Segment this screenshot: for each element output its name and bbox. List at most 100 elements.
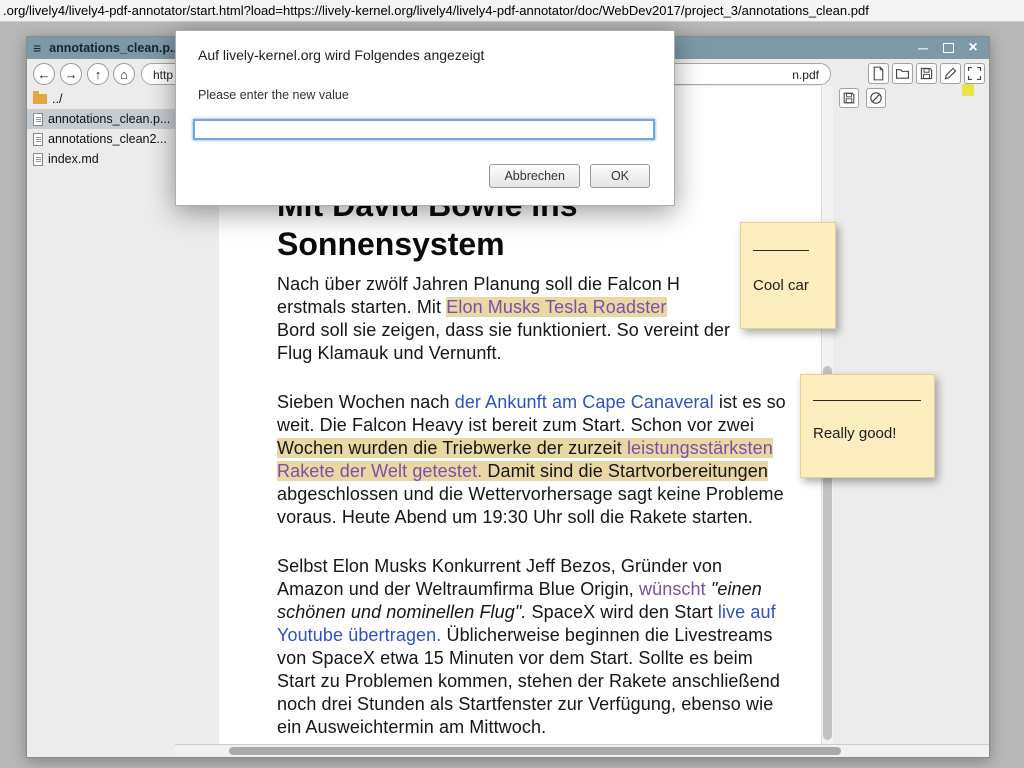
note-text: Really good! [813,425,896,442]
text-line: Wochen wurden die Triebwerke der zurzeit… [277,437,817,460]
text-line: Nach über zwölf Jahren Planung soll die … [277,273,817,296]
file-item[interactable]: ../ [27,89,176,109]
folder-icon [894,65,911,82]
text: abgeschlossen und die Wettervorhersage s… [277,484,784,504]
highlight-annotation[interactable]: Wochen wurden die Triebwerke der zurzeit [277,438,627,458]
yellow-marker [962,84,974,96]
link[interactable]: live auf [718,602,776,622]
highlighted-link[interactable]: Elon Musks Tesla Roadster [446,297,666,317]
new-file-icon [870,65,887,82]
horizontal-scrollbar-thumb[interactable] [229,747,841,755]
doc-body: Nach über zwölf Jahren Planung soll die … [277,273,817,739]
italic-text: schönen und nominellen Flug". [277,602,526,622]
text-line: noch drei Stunden als Startfenster zur V… [277,693,817,716]
browser-url-text: .org/lively4/lively4-pdf-annotator/start… [0,0,1024,21]
text: ein Ausweichtermin am Mittwoch. [277,717,546,737]
cancel-annotation-button[interactable] [866,88,886,108]
file-item[interactable]: annotations_clean2... [27,129,176,149]
up-button[interactable]: ↑ [87,63,109,85]
cancel-icon [868,90,884,106]
menu-icon[interactable]: ≡ [33,40,41,56]
maximize-icon [943,43,954,53]
url-text-start: http [153,68,173,82]
text: weit. Die Falcon Heavy ist bereit zum St… [277,415,754,435]
text-line: Selbst Elon Musks Konkurrent Jeff Bezos,… [277,555,817,578]
dialog-input[interactable] [193,119,655,140]
paragraph: Selbst Elon Musks Konkurrent Jeff Bezos,… [277,555,817,739]
text: voraus. Heute Abend um 19:30 Uhr soll di… [277,507,753,527]
screen: .org/lively4/lively4-pdf-annotator/start… [0,0,1024,768]
text: Sieben Wochen nach [277,392,455,412]
save-annotations-button[interactable] [839,88,859,108]
dialog-buttons: Abbrechen OK [489,164,650,188]
paragraph: Sieben Wochen nach der Ankunft am Cape C… [277,391,817,529]
file-label: annotations_clean2... [48,132,167,146]
highlighted-link[interactable]: Rakete der Welt getestet. [277,461,482,481]
dialog-message: Please enter the new value [198,88,349,102]
paragraph: Nach über zwölf Jahren Planung soll die … [277,273,817,365]
window-controls: ─ × [916,41,983,55]
file-label: annotations_clean.p... [48,112,170,126]
text: Nach über zwölf Jahren Planung soll die … [277,274,680,294]
link[interactable]: der Ankunft am Cape Canaveral [455,392,714,412]
ok-button[interactable]: OK [590,164,650,188]
save-button[interactable] [916,63,937,84]
text-line: Youtube übertragen. Üblicherweise beginn… [277,624,817,647]
text: Selbst Elon Musks Konkurrent Jeff Bezos,… [277,556,722,576]
text: Üblicherweise beginnen die Livestreams [441,625,772,645]
maximize-button[interactable] [941,41,955,55]
text-line: von SpaceX etwa 15 Minuten vor dem Start… [277,647,817,670]
dialog-title: Auf lively-kernel.org wird Folgendes ang… [198,47,484,63]
text: Amazon und der Weltraumfirma Blue Origin… [277,579,639,599]
text: erstmals starten. Mit [277,297,446,317]
text-line: Bord soll sie zeigen, dass sie funktioni… [277,319,817,342]
text: Start zu Problemen kommen, stehen der Ra… [277,671,780,691]
note-rule-line [753,250,809,251]
text: von SpaceX etwa 15 Minuten vor dem Start… [277,648,753,668]
text: Bord soll sie zeigen, dass sie funktioni… [277,320,730,340]
close-button[interactable]: × [966,41,980,55]
text-line: voraus. Heute Abend um 19:30 Uhr soll di… [277,506,817,529]
text-line: erstmals starten. Mit Elon Musks Tesla R… [277,296,817,319]
save-icon [918,65,935,82]
cancel-button[interactable]: Abbrechen [489,164,579,188]
alert-dialog: Auf lively-kernel.org wird Folgendes ang… [175,30,675,206]
sticky-note[interactable]: Really good! [800,374,935,478]
text: SpaceX wird den Start [526,602,717,622]
browser-address-bar[interactable]: .org/lively4/lively4-pdf-annotator/start… [0,0,1024,22]
text: ist es so [714,392,786,412]
forward-button[interactable]: → [60,63,82,85]
text-line: abgeschlossen und die Wettervorhersage s… [277,483,817,506]
file-icon [33,113,43,126]
file-icon [33,153,43,166]
note-text: Cool car [753,277,809,294]
highlight-annotation[interactable]: Damit sind die Startvorbereitungen [482,461,768,481]
text-line: Rakete der Welt getestet. Damit sind die… [277,460,817,483]
edit-button[interactable] [940,63,961,84]
open-folder-button[interactable] [892,63,913,84]
text-line: Flug Klamauk und Vernunft. [277,342,817,365]
text-line: schönen und nominellen Flug". SpaceX wir… [277,601,817,624]
sticky-note[interactable]: Cool car [740,222,836,329]
horizontal-scrollbar[interactable] [175,744,989,757]
highlighted-link[interactable]: leistungsstärksten [627,438,773,458]
new-file-button[interactable] [868,63,889,84]
back-button[interactable]: ← [33,63,55,85]
minimize-button[interactable]: ─ [916,41,930,55]
visited-link[interactable]: wünscht [639,579,706,599]
home-button[interactable]: ⌂ [113,63,135,85]
file-list: ../ annotations_clean.p... annotations_cle… [27,89,176,169]
expand-button[interactable] [964,63,985,84]
italic-text: "einen [711,579,762,599]
text-line: weit. Die Falcon Heavy ist bereit zum St… [277,414,817,437]
file-item[interactable]: annotations_clean.p... [27,109,176,129]
expand-icon [966,65,983,82]
link[interactable]: Youtube übertragen. [277,625,441,645]
pencil-icon [942,65,959,82]
file-label: ../ [52,92,62,106]
text-line: Start zu Problemen kommen, stehen der Ra… [277,670,817,693]
file-icon [33,133,43,146]
file-item[interactable]: index.md [27,149,176,169]
folder-icon [33,94,47,104]
window-title: annotations_clean.p... [49,41,180,55]
